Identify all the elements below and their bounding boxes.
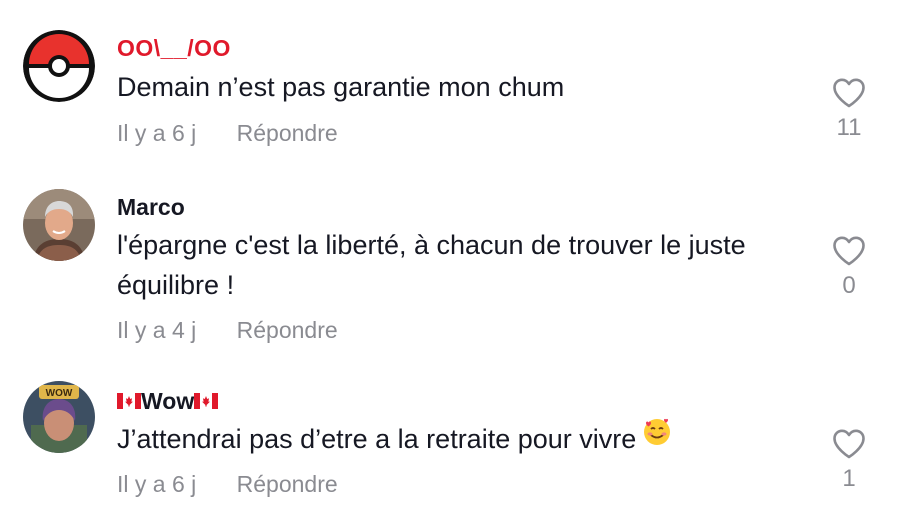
comment-meta: Il y a 6 j Répondre [117,470,338,498]
username[interactable]: Wow [117,387,219,415]
canada-flag-icon [194,387,219,415]
comment-time: Il y a 6 j [117,120,197,146]
heart-icon [833,236,865,266]
avatar[interactable]: WOW [23,381,95,453]
username-text: Wow [141,388,195,414]
comment-text: l'épargne c'est la liberté, à chacun de … [117,230,746,300]
smiling-face-with-hearts-icon [642,417,672,458]
comment-text: Demain n’est pas garantie mon chum [117,72,565,102]
wow-badge-text: WOW [46,388,73,399]
username[interactable]: Marco [117,193,185,221]
avatar[interactable] [23,189,95,261]
comment-meta: Il y a 4 j Répondre [117,316,338,344]
heart-icon [833,429,865,459]
user-photo: WOW [23,381,95,453]
reply-button[interactable]: Répondre [237,316,338,344]
reply-button[interactable]: Répondre [237,119,338,147]
comment-time: Il y a 4 j [117,317,197,343]
comment-text-content: J’attendrai pas d’etre a la retraite pou… [117,424,637,454]
avatar[interactable] [23,30,95,102]
canada-flag-icon [117,387,141,415]
like-button[interactable]: 0 [820,236,878,300]
like-button[interactable]: 11 [820,78,878,142]
username[interactable]: OO\__/OO [117,34,231,62]
like-count: 1 [842,465,856,492]
heart-icon [833,78,865,108]
comment-text: J’attendrai pas d’etre a la retraite pou… [117,419,797,459]
reply-button[interactable]: Répondre [237,470,338,498]
pokeball-icon [23,30,95,102]
user-photo [23,189,95,261]
comment-meta: Il y a 6 j Répondre [117,119,338,147]
like-count: 11 [836,114,862,141]
like-button[interactable]: 1 [820,429,878,493]
like-count: 0 [842,272,856,299]
comment-time: Il y a 6 j [117,471,197,497]
